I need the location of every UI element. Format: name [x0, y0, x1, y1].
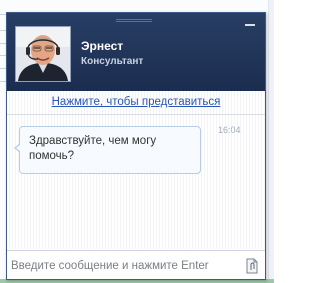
agent-role: Консультант [81, 56, 144, 67]
message-divider [7, 114, 265, 115]
agent-message-bubble: Здравствуйте, чем могу помочь? [19, 126, 201, 174]
message-area[interactable]: Нажмите, чтобы представиться Здравствуйт… [7, 91, 265, 249]
agent-avatar [15, 26, 71, 82]
introduce-yourself-link[interactable]: Нажмите, чтобы представиться [7, 96, 265, 108]
agent-message-text: Здравствуйте, чем могу помочь? [29, 135, 157, 162]
drag-grip-icon[interactable] [116, 19, 152, 20]
chat-widget: Эрнест Консультант Нажмите, чтобы предст… [6, 12, 266, 280]
minimize-icon[interactable] [245, 24, 255, 26]
agent-avatar-photo [16, 27, 70, 81]
message-input[interactable] [11, 257, 241, 275]
background-scroll-area [269, 0, 274, 283]
agent-name: Эрнест [81, 39, 124, 53]
message-input-bar [7, 250, 265, 279]
bubble-tail [16, 144, 21, 152]
chat-header[interactable]: Эрнест Консультант [7, 13, 265, 91]
attach-file-icon[interactable] [245, 258, 259, 274]
message-timestamp: 16:04 [218, 125, 241, 135]
